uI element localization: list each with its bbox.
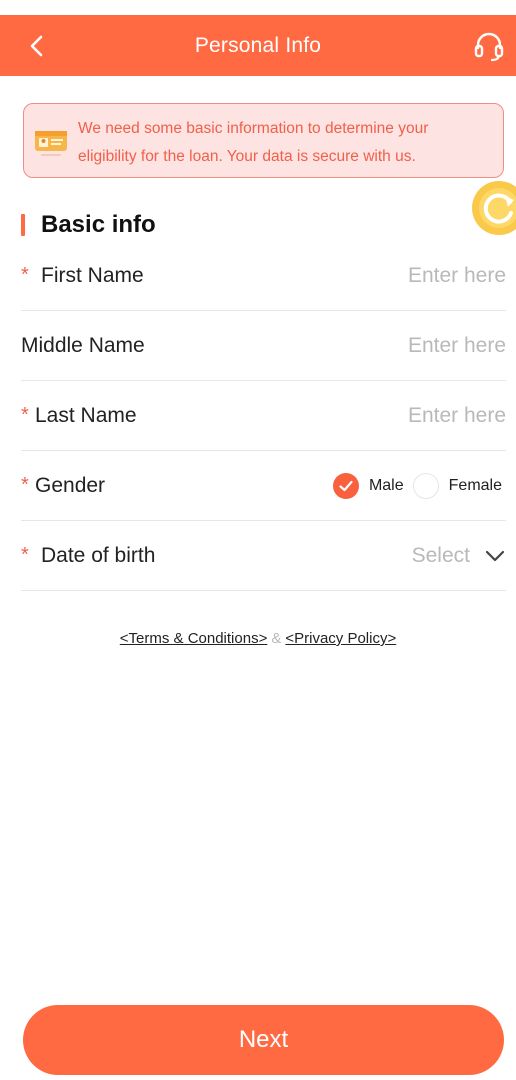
headset-icon <box>474 32 504 62</box>
status-bar-area <box>0 0 516 15</box>
date-of-birth-label: Date of birth <box>41 543 156 567</box>
chevron-left-icon <box>30 35 43 57</box>
id-card-icon <box>33 125 69 159</box>
gender-female-label: Female <box>448 476 502 494</box>
gender-male-label: Male <box>368 476 404 494</box>
gender-options: Male Female <box>332 472 502 499</box>
section-title: Basic info <box>41 211 156 238</box>
refresh-badge-icon <box>472 181 516 235</box>
next-button[interactable]: Next <box>23 1005 504 1075</box>
date-of-birth-value: Select <box>411 543 470 567</box>
middle-name-input[interactable]: Enter here <box>408 334 506 358</box>
terms-link[interactable]: <Terms & Conditions> <box>120 630 268 647</box>
required-marker: * <box>21 264 29 286</box>
required-marker: * <box>21 544 29 566</box>
links-separator: & <box>271 630 282 647</box>
first-name-label: First Name <box>41 263 144 287</box>
section-accent-bar <box>21 214 25 236</box>
required-marker: * <box>21 404 29 426</box>
middle-name-label: Middle Name <box>21 333 145 357</box>
first-name-row[interactable]: * First Name Enter here <box>21 241 506 311</box>
gender-female-radio[interactable]: Female <box>412 472 502 499</box>
support-button[interactable] <box>472 29 506 63</box>
first-name-input[interactable]: Enter here <box>408 264 506 288</box>
last-name-input[interactable]: Enter here <box>408 404 506 428</box>
checkmark-icon <box>332 472 359 499</box>
gender-label: Gender <box>35 473 106 497</box>
page-title: Personal Info <box>194 33 322 57</box>
radio-unchecked-icon <box>412 472 439 499</box>
info-notice: We need some basic information to determ… <box>23 103 504 178</box>
gender-male-radio[interactable]: Male <box>332 472 404 499</box>
back-button[interactable] <box>22 31 52 61</box>
floating-refresh-button[interactable] <box>471 180 516 236</box>
last-name-row[interactable]: * Last Name Enter here <box>21 381 506 451</box>
chevron-down-icon <box>485 550 505 561</box>
last-name-label: Last Name <box>35 403 137 427</box>
required-marker: * <box>21 474 29 496</box>
legal-links: <Terms & Conditions> & <Privacy Policy> <box>0 630 516 647</box>
middle-name-row[interactable]: Middle Name Enter here <box>21 311 506 381</box>
gender-row: * Gender Male Female <box>21 451 506 521</box>
section-header: Basic info <box>21 210 156 240</box>
date-of-birth-row[interactable]: * Date of birth Select <box>21 521 506 591</box>
privacy-policy-link[interactable]: <Privacy Policy> <box>285 630 396 647</box>
app-header: Personal Info <box>0 15 516 76</box>
date-of-birth-select[interactable]: Select <box>412 544 506 568</box>
notice-text: We need some basic information to determ… <box>78 120 429 165</box>
